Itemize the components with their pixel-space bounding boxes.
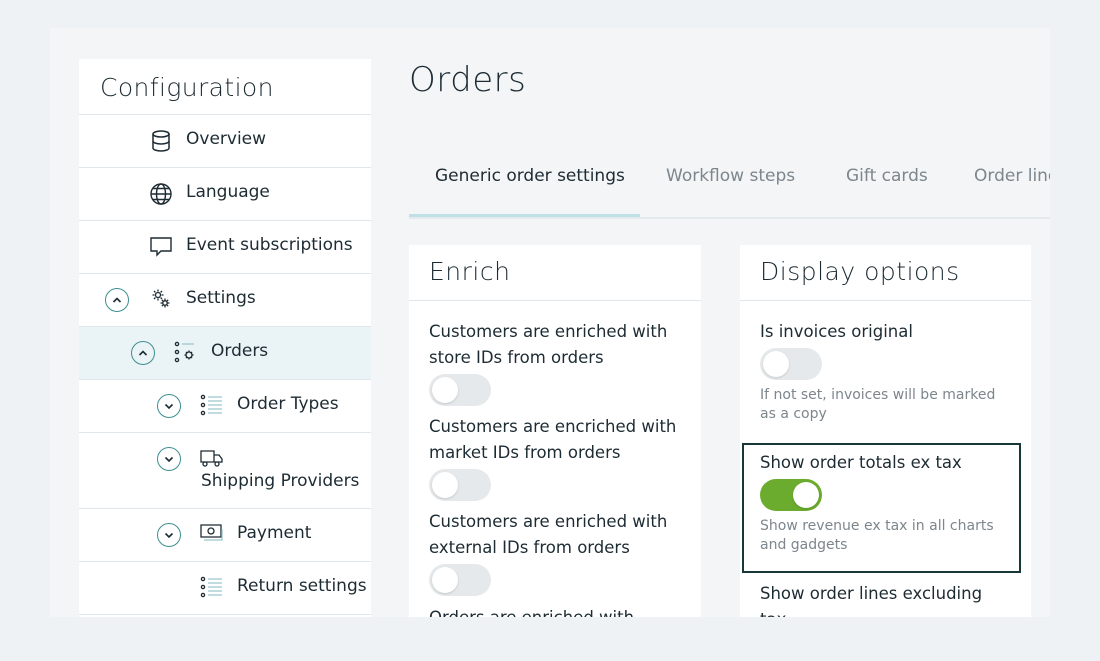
option-invoices-original: Is invoices original If not set, invoice… (760, 319, 1010, 424)
chevron-up-icon[interactable] (105, 288, 129, 312)
enrich-card: Enrich Customers are enriched with store… (409, 245, 701, 617)
toggle-switch[interactable] (760, 348, 822, 380)
sidebar-item-label: Language (186, 182, 270, 202)
tab-gift-cards[interactable]: Gift cards (846, 158, 928, 217)
toggle-knob (432, 567, 458, 593)
option-label: Customers are encriched with market IDs … (429, 417, 677, 462)
chevron-down-icon[interactable] (157, 523, 181, 547)
sidebar-item-orders[interactable]: Orders (79, 327, 371, 380)
sidebar: Configuration Overview Language Event su… (79, 59, 371, 617)
toggle-knob (432, 472, 458, 498)
sidebar-item-return-settings[interactable]: Return settings (79, 562, 371, 615)
option-orders-enriched: Orders are enriched with (429, 605, 679, 617)
sidebar-item-label: Overview (186, 129, 267, 149)
gears-icon (149, 287, 173, 311)
tab-bar: Generic order settings Workflow steps Gi… (409, 158, 1050, 219)
sidebar-item-payment[interactable]: Payment (79, 509, 371, 562)
option-label: Show order totals ex tax (760, 453, 962, 472)
option-external-ids: Customers are enriched with external IDs… (429, 509, 679, 596)
sidebar-item-settings[interactable]: Settings (79, 274, 371, 327)
toggle-switch[interactable] (429, 469, 491, 501)
toggle-switch[interactable] (760, 479, 822, 511)
globe-icon (149, 182, 173, 206)
toggle-knob (793, 482, 819, 508)
sidebar-item-overview[interactable]: Overview (79, 115, 371, 168)
list-gear-icon (174, 340, 198, 364)
option-label: Is invoices original (760, 322, 913, 341)
tab-generic-order-settings[interactable]: Generic order settings (435, 158, 625, 217)
sidebar-item-label: Orders (211, 341, 269, 361)
sidebar-item-language[interactable]: Language (79, 168, 371, 221)
tab-workflow-steps[interactable]: Workflow steps (666, 158, 795, 217)
money-icon (200, 521, 224, 545)
sidebar-item-label: Order Types (237, 394, 339, 414)
option-label: Show order lines excluding tax (760, 584, 983, 617)
option-label: Customers are enriched with external IDs… (429, 512, 668, 557)
page-title: Orders (409, 60, 527, 100)
option-order-lines-excluding-tax: Show order lines excluding tax (760, 581, 1010, 617)
sidebar-item-label: Return settings (237, 576, 367, 596)
truck-icon (200, 446, 224, 470)
sidebar-item-event-subscriptions[interactable]: Event subscriptions (79, 221, 371, 274)
tab-order-lines[interactable]: Order lines (974, 158, 1050, 217)
toggle-switch[interactable] (429, 564, 491, 596)
option-order-totals-ex-tax: Show order totals ex tax Show revenue ex… (760, 450, 1010, 555)
enrich-card-title: Enrich (409, 245, 701, 301)
chevron-down-icon[interactable] (157, 394, 181, 418)
list-icon (200, 393, 224, 417)
sidebar-title: Configuration (79, 59, 371, 115)
sidebar-item-label: Shipping Providers (201, 471, 360, 491)
list-icon (200, 575, 224, 599)
sidebar-item-shipping-providers[interactable]: Shipping Providers (79, 433, 371, 509)
option-help-text: Show revenue ex tax in all charts and ga… (760, 518, 994, 553)
chevron-up-icon[interactable] (131, 341, 155, 365)
toggle-knob (763, 351, 789, 377)
toggle-switch[interactable] (429, 374, 491, 406)
option-market-ids: Customers are encriched with market IDs … (429, 414, 679, 501)
sidebar-item-label: Settings (186, 288, 256, 308)
toggle-knob (432, 377, 458, 403)
sidebar-item-label: Event subscriptions (186, 235, 353, 255)
app-frame: Configuration Overview Language Event su… (50, 28, 1050, 617)
sidebar-item-label: Payment (237, 523, 312, 543)
option-help-text: If not set, invoices will be marked as a… (760, 387, 996, 422)
option-store-ids: Customers are enriched with store IDs fr… (429, 319, 679, 406)
database-icon (149, 129, 173, 153)
chevron-down-icon[interactable] (157, 447, 181, 471)
active-tab-indicator (409, 214, 640, 217)
speech-bubble-icon (149, 234, 173, 258)
display-options-title: Display options (740, 245, 1031, 301)
display-options-card: Display options Is invoices original If … (740, 245, 1031, 617)
option-label: Customers are enriched with store IDs fr… (429, 322, 668, 367)
option-label: Orders are enriched with (429, 605, 679, 617)
sidebar-item-order-types[interactable]: Order Types (79, 380, 371, 433)
